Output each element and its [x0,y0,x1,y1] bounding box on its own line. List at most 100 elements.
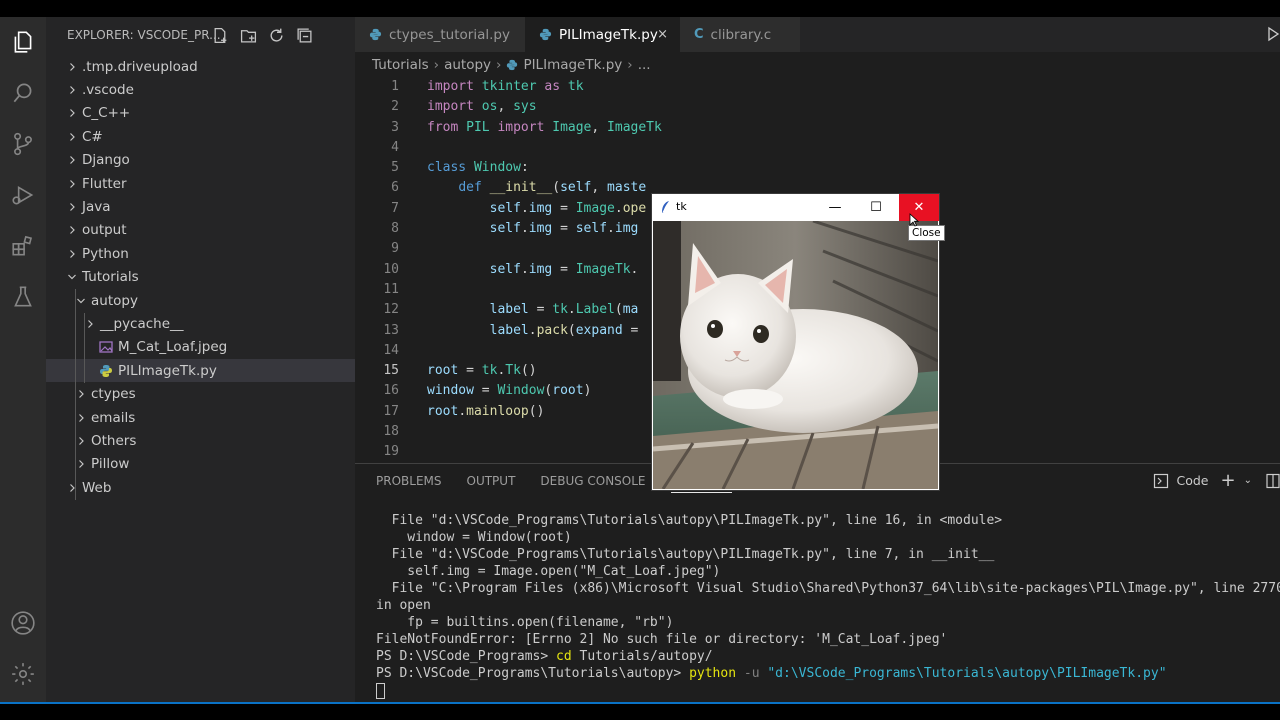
explorer-title: EXPLORER: VSCODE_PR... [67,28,221,42]
tree-item-label: M_Cat_Loaf.jpeg [118,339,228,356]
new-file-icon[interactable] [210,25,230,45]
tree-folder[interactable]: Web [46,476,355,499]
python-file-icon [98,363,114,379]
activity-bar [0,17,46,702]
terminal-line: FileNotFoundError: [Errno 2] No such fil… [376,632,948,647]
python-icon [539,28,552,41]
line-content: self.img = Image.ope [489,200,647,216]
line-content: def __init__(self, maste [458,180,647,196]
cat-image [653,221,938,489]
maximize-button[interactable]: ☐ [856,194,896,221]
line-content: import tkinter as tk [427,79,584,94]
tree-folder[interactable]: Django [46,149,355,172]
run-file-icon[interactable] [1266,26,1280,46]
breadcrumb-item[interactable]: Tutorials [372,57,429,73]
extensions-icon[interactable] [8,231,38,261]
refresh-icon[interactable] [266,25,286,45]
breadcrumb-separator: › [627,57,633,73]
chevron-right-icon [64,176,80,192]
code-line: 5 class Window: [355,158,1280,178]
tree-file[interactable]: PILImageTk.py [46,359,355,383]
panel-tab[interactable]: OUTPUT [467,474,516,493]
chevron-down-icon[interactable]: ⌄ [1244,475,1252,486]
source-control-icon[interactable] [8,129,38,159]
terminal-line: fp = builtins.open(filename, "rb") [376,615,674,630]
tree-folder[interactable]: ctypes [46,382,355,405]
status-accent-line [0,702,1280,704]
line-content: self.img = ImageTk. [489,261,639,277]
run-debug-icon[interactable] [8,180,38,210]
terminal-line [376,682,1280,699]
breadcrumb-item[interactable]: PILImageTk.py [523,57,622,73]
terminal-type-icon[interactable] [1153,473,1169,489]
close-button[interactable]: ✕ [899,194,939,221]
panel-tab[interactable]: DEBUG CONSOLE [540,474,645,493]
bottom-panel: PROBLEMSOUTPUTDEBUG CONSOLETERMINAL Code… [355,463,1280,702]
tree-folder[interactable]: Tutorials [46,266,355,289]
tab-label: PILImageTk.py [559,26,658,43]
explorer-header: EXPLORER: VSCODE_PR... [46,17,355,52]
chevron-right-icon [64,152,80,168]
editor-tab[interactable]: PILImageTk.py × [525,17,680,52]
new-folder-icon[interactable] [238,25,258,45]
line-content: from PIL import Image, ImageTk [427,119,662,135]
tree-item-label: Flutter [82,175,127,192]
chevron-right-icon [64,129,80,145]
terminal-line: File "C:\Program Files (x86)\Microsoft V… [376,581,1280,596]
tree-folder[interactable]: Java [46,195,355,218]
tree-folder[interactable]: Python [46,242,355,265]
chevron-right-icon [64,105,80,121]
tree-folder[interactable]: Others [46,429,355,452]
line-content: label = tk.Label(ma [489,302,639,318]
tree-folder[interactable]: .tmp.driveupload [46,55,355,78]
explorer-icon[interactable] [8,27,38,57]
tree-folder[interactable]: Flutter [46,172,355,195]
breadcrumb-separator: › [496,57,502,73]
line-number: 8 [391,221,399,237]
tree-item-label: PILImageTk.py [118,362,217,379]
breadcrumb-item[interactable]: ... [638,57,651,73]
line-number: 19 [383,444,399,460]
collapse-all-icon[interactable] [294,25,314,45]
editor-tab[interactable]: ctypes_tutorial.py [355,17,525,52]
tree-folder[interactable]: emails [46,406,355,429]
testing-icon[interactable] [8,282,38,312]
tree-folder[interactable]: autopy [46,289,355,312]
tree-folder[interactable]: C_C++ [46,102,355,125]
tree-folder[interactable]: Pillow [46,453,355,476]
panel-tab[interactable]: PROBLEMS [376,474,442,493]
tab-close-icon[interactable]: × [657,27,668,42]
chevron-right-icon [64,82,80,98]
account-icon[interactable] [8,608,38,638]
new-terminal-icon[interactable]: + [1221,470,1236,491]
image-file-icon [98,339,114,355]
tree-item-label: Java [82,199,111,216]
tree-item-label: C# [82,128,103,145]
line-number: 15 [383,363,399,379]
tree-folder[interactable]: __pycache__ [46,312,355,335]
settings-gear-icon[interactable] [8,659,38,689]
tree-folder[interactable]: output [46,219,355,242]
terminal-line: PS D:\VSCode_Programs\Tutorials\autopy> … [376,666,1167,681]
tree-item-label: autopy [91,292,138,309]
minimize-button[interactable]: — [815,194,855,221]
editor-tab[interactable]: Cclibrary.c [680,17,800,52]
line-content: self.img = self.img [489,221,639,237]
feather-icon [660,199,671,218]
split-terminal-icon[interactable] [1266,473,1280,489]
tk-titlebar[interactable]: tk — ☐ ✕ [652,194,939,221]
tree-folder[interactable]: .vscode [46,78,355,101]
line-number: 4 [391,139,399,155]
terminal-label[interactable]: Code [1177,473,1209,488]
tree-file[interactable]: M_Cat_Loaf.jpeg [46,336,355,359]
search-icon[interactable] [8,78,38,108]
mouse-pointer-icon [909,212,920,231]
breadcrumb-item[interactable]: autopy [444,57,491,73]
line-number: 6 [391,180,399,196]
terminal-output[interactable]: File "d:\VSCode_Programs\Tutorials\autop… [376,512,1280,699]
status-strip [0,702,1280,720]
tree-folder[interactable]: C# [46,125,355,148]
line-number: 13 [383,322,399,338]
tree-item-label: Web [82,479,112,496]
terminal-line: self.img = Image.open("M_Cat_Loaf.jpeg") [376,564,721,579]
